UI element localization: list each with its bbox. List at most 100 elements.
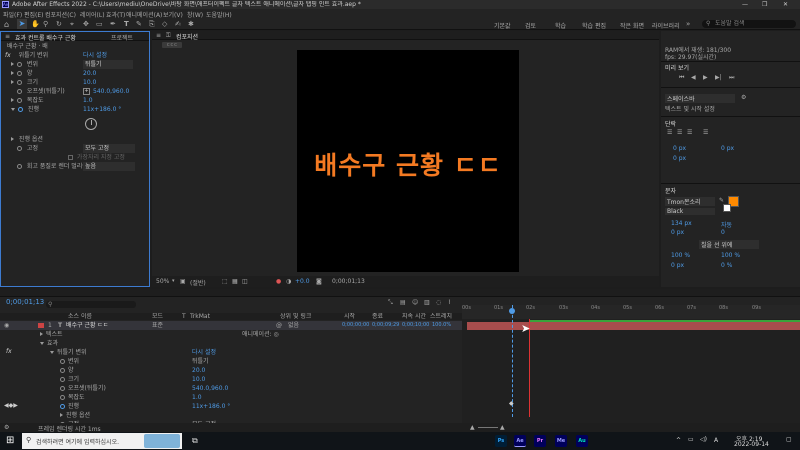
- col-parent[interactable]: 상위 및 링크: [280, 313, 311, 320]
- render-quality-row[interactable]: 회고 품질로 렌더 멀리야 높음: [17, 162, 147, 171]
- pin-edges-checkbox[interactable]: [68, 155, 73, 160]
- expand-triangle-icon[interactable]: [11, 137, 14, 141]
- canvas-text-layer[interactable]: 배수구 근황 ㄷㄷ: [297, 146, 519, 182]
- tree-value[interactable]: 애니메이션: ◎: [242, 330, 279, 339]
- property-value[interactable]: 20.0: [83, 69, 96, 78]
- help-search-field[interactable]: ⚲ 도움말 검색: [702, 20, 796, 28]
- progress-options-row[interactable]: 진행 옵션: [11, 135, 147, 144]
- property-value[interactable]: 1.0: [83, 96, 93, 105]
- layer-name[interactable]: 배수구 근황 ㄷㄷ: [66, 321, 108, 330]
- render-quality-dropdown[interactable]: 높음: [83, 162, 135, 171]
- stopwatch-icon[interactable]: [17, 164, 22, 169]
- col-mode[interactable]: 모드: [152, 313, 163, 320]
- stopwatch-icon[interactable]: [17, 89, 22, 94]
- chevron-down-icon[interactable]: ▾: [172, 278, 175, 284]
- stopwatch-icon[interactable]: [60, 404, 65, 409]
- stopwatch-icon[interactable]: [60, 395, 65, 400]
- region-of-interest-icon[interactable]: ⬚: [222, 278, 228, 285]
- col-source-name[interactable]: 소스 이름: [68, 313, 92, 320]
- resolution-dropdown[interactable]: (절반): [190, 278, 206, 287]
- tsume-value[interactable]: 0 %: [721, 262, 732, 269]
- shy-layers-icon[interactable]: ☺: [412, 299, 418, 306]
- tree-row-effects[interactable]: 효과: [40, 339, 460, 348]
- tree-value[interactable]: 540.0,960.0: [192, 384, 228, 393]
- font-family-dropdown[interactable]: Tmon몬소리: [665, 197, 715, 206]
- font-size-value[interactable]: 134 px: [671, 220, 692, 227]
- comp-mini-flowchart-icon[interactable]: ⤡: [388, 299, 393, 307]
- clone-tool-icon[interactable]: ⎘: [149, 20, 155, 29]
- expand-triangle-icon[interactable]: [60, 413, 63, 417]
- input-language[interactable]: A: [714, 437, 718, 444]
- brush-tool-icon[interactable]: ✎: [136, 20, 142, 28]
- pen-tool-icon[interactable]: ✒: [110, 20, 116, 28]
- zoom-dropdown[interactable]: 50%: [156, 278, 169, 285]
- horizontal-scale-value[interactable]: 100 %: [721, 252, 740, 259]
- play-icon[interactable]: ▶: [703, 74, 708, 81]
- col-duration[interactable]: 지속 시간: [402, 313, 426, 320]
- layer-search-field[interactable]: ⚲: [46, 301, 136, 308]
- col-out[interactable]: 종료: [372, 313, 383, 320]
- col-t[interactable]: T: [182, 313, 186, 320]
- property-row[interactable]: 변위 뒤틀기: [11, 60, 147, 69]
- network-icon[interactable]: ▭: [688, 436, 694, 443]
- workspace-review[interactable]: 검토: [525, 21, 536, 30]
- toggle-switches-icon[interactable]: ⚙: [4, 424, 9, 431]
- tree-value[interactable]: 10.0: [192, 375, 205, 384]
- stopwatch-icon[interactable]: [60, 377, 65, 382]
- tracking-value[interactable]: 0: [721, 229, 725, 236]
- taskbar-search-box[interactable]: ⚲ 검색하려면 여기에 입력하십시오.: [22, 433, 182, 449]
- expand-triangle-icon[interactable]: [11, 71, 14, 75]
- leading-value[interactable]: 자동: [721, 220, 732, 229]
- after-effects-app-button[interactable]: Ae: [514, 435, 526, 447]
- align-left-icon[interactable]: ☰: [667, 129, 672, 136]
- baseline-shift-value[interactable]: 0 px: [671, 262, 684, 269]
- pan-behind-tool-icon[interactable]: ✥: [83, 20, 89, 28]
- pinning-row[interactable]: 고정 모두 고정: [17, 144, 147, 153]
- stopwatch-icon[interactable]: [60, 368, 65, 373]
- tree-value[interactable]: 20.0: [192, 366, 205, 375]
- font-style-dropdown[interactable]: Black: [665, 208, 715, 215]
- zoom-tool-icon[interactable]: ⚲: [43, 20, 48, 28]
- audition-app-button[interactable]: Au: [576, 435, 588, 447]
- workspace-learn[interactable]: 학습: [555, 21, 566, 30]
- layer-stretch[interactable]: 100.0%: [432, 321, 451, 330]
- zoom-out-icon[interactable]: ▲: [470, 424, 475, 431]
- snapshot-icon[interactable]: ◙: [316, 278, 322, 285]
- draft-3d-icon[interactable]: ▤: [400, 299, 406, 306]
- eraser-tool-icon[interactable]: ◇: [162, 20, 167, 28]
- keyframe-nav-icon[interactable]: ◀◆▶: [4, 402, 18, 409]
- exposure-value[interactable]: +0.0: [295, 278, 310, 285]
- crosshair-icon[interactable]: +: [83, 88, 90, 95]
- roto-tool-icon[interactable]: ✍: [175, 20, 181, 28]
- justify-icon[interactable]: ☰: [703, 129, 708, 136]
- expand-triangle-icon[interactable]: [11, 98, 14, 102]
- motion-blur-icon[interactable]: ◌: [436, 299, 441, 306]
- unit-dropdown[interactable]: 스페이스바: [665, 94, 735, 103]
- tree-row-property[interactable]: 변위 뒤틀기: [60, 357, 460, 366]
- panel-menu-icon[interactable]: ≡: [156, 32, 161, 39]
- property-row[interactable]: 복잡도 1.0: [11, 96, 147, 105]
- col-stretch[interactable]: 스트레치: [430, 313, 452, 320]
- panel-menu-icon[interactable]: ≡: [5, 33, 10, 40]
- puppet-tool-icon[interactable]: ✱: [188, 20, 194, 28]
- tree-row-property[interactable]: 크기 10.0: [60, 375, 460, 384]
- tree-row-property[interactable]: 진행 옵션: [60, 411, 460, 420]
- tab-effect-controls[interactable]: 효과 컨트롤 배수구 근황: [15, 33, 76, 42]
- eye-icon[interactable]: ◉: [4, 321, 9, 330]
- stopwatch-icon[interactable]: [17, 98, 22, 103]
- pin-edges-row[interactable]: 가장자리 지정 고정: [17, 153, 147, 162]
- layer-parent-dropdown[interactable]: 없음: [288, 321, 299, 330]
- exposure-icon[interactable]: ◑: [286, 278, 291, 285]
- layer-in-time[interactable]: 0;00;00;00: [342, 321, 369, 330]
- tree-value[interactable]: 뒤틀기: [192, 357, 209, 366]
- first-frame-icon[interactable]: ⏮: [679, 74, 684, 82]
- graph-editor-icon[interactable]: ⌇: [448, 299, 451, 306]
- media-encoder-app-button[interactable]: Me: [555, 435, 567, 447]
- timeline-timecode[interactable]: 0;00;01;13: [6, 298, 44, 306]
- align-center-icon[interactable]: ☰: [677, 129, 682, 136]
- zoom-slider[interactable]: [478, 427, 498, 428]
- tray-chevron-icon[interactable]: ^: [676, 437, 681, 444]
- workspace-more-icon[interactable]: »: [686, 20, 690, 28]
- stopwatch-icon[interactable]: [17, 62, 22, 67]
- expand-triangle-icon[interactable]: [11, 80, 14, 84]
